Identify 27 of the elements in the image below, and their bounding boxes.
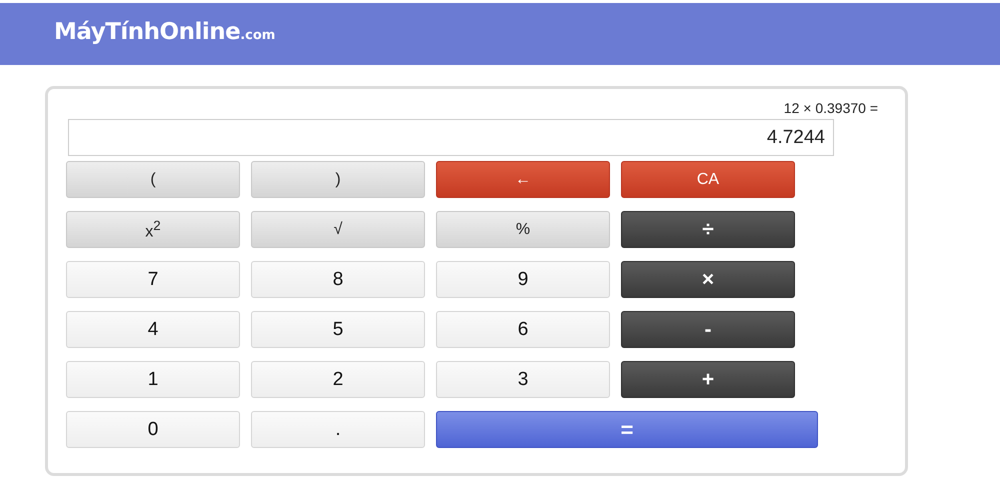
- function-key[interactable]: (: [66, 161, 240, 198]
- digit-key[interactable]: 6: [436, 311, 610, 348]
- operator-key[interactable]: +: [621, 361, 795, 398]
- operator-key[interactable]: ÷: [621, 211, 795, 248]
- digit-key[interactable]: 7: [66, 261, 240, 298]
- function-key[interactable]: %: [436, 211, 610, 248]
- clear-key[interactable]: ←: [436, 161, 610, 198]
- digit-key[interactable]: 0: [66, 411, 240, 448]
- display-field[interactable]: 4.7244: [68, 119, 834, 156]
- function-key[interactable]: √: [251, 211, 425, 248]
- expression-text: 12 × 0.39370 =: [782, 99, 879, 118]
- digit-key[interactable]: 8: [251, 261, 425, 298]
- digit-key[interactable]: 1: [66, 361, 240, 398]
- function-key[interactable]: x$^{2}$: [66, 211, 240, 248]
- digit-key[interactable]: .: [251, 411, 425, 448]
- equals-key[interactable]: =: [436, 411, 818, 448]
- operator-key[interactable]: ×: [621, 261, 795, 298]
- digit-key[interactable]: 9: [436, 261, 610, 298]
- clear-key[interactable]: CA: [621, 161, 795, 198]
- operator-key[interactable]: -: [621, 311, 795, 348]
- digit-key[interactable]: 2: [251, 361, 425, 398]
- function-key[interactable]: ): [251, 161, 425, 198]
- digit-key[interactable]: 4: [66, 311, 240, 348]
- digit-key[interactable]: 5: [251, 311, 425, 348]
- site-logo-suffix[interactable]: .com: [240, 28, 276, 43]
- site-logo[interactable]: MáyTínhOnline: [54, 19, 240, 45]
- digit-key[interactable]: 3: [436, 361, 610, 398]
